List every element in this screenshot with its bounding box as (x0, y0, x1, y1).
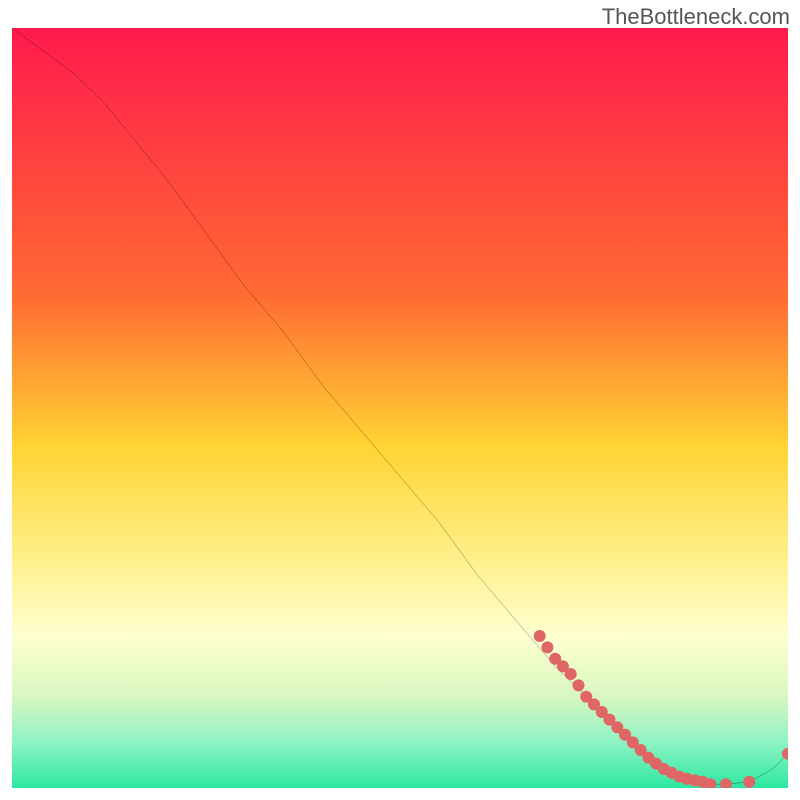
watermark-label: TheBottleneck.com (602, 4, 790, 30)
data-marker (565, 668, 577, 680)
data-marker (743, 776, 755, 788)
bottleneck-chart (12, 28, 788, 788)
gradient-background (12, 28, 788, 788)
data-marker (534, 630, 546, 642)
data-marker (541, 641, 553, 653)
chart-svg (12, 28, 788, 788)
data-marker (572, 679, 584, 691)
